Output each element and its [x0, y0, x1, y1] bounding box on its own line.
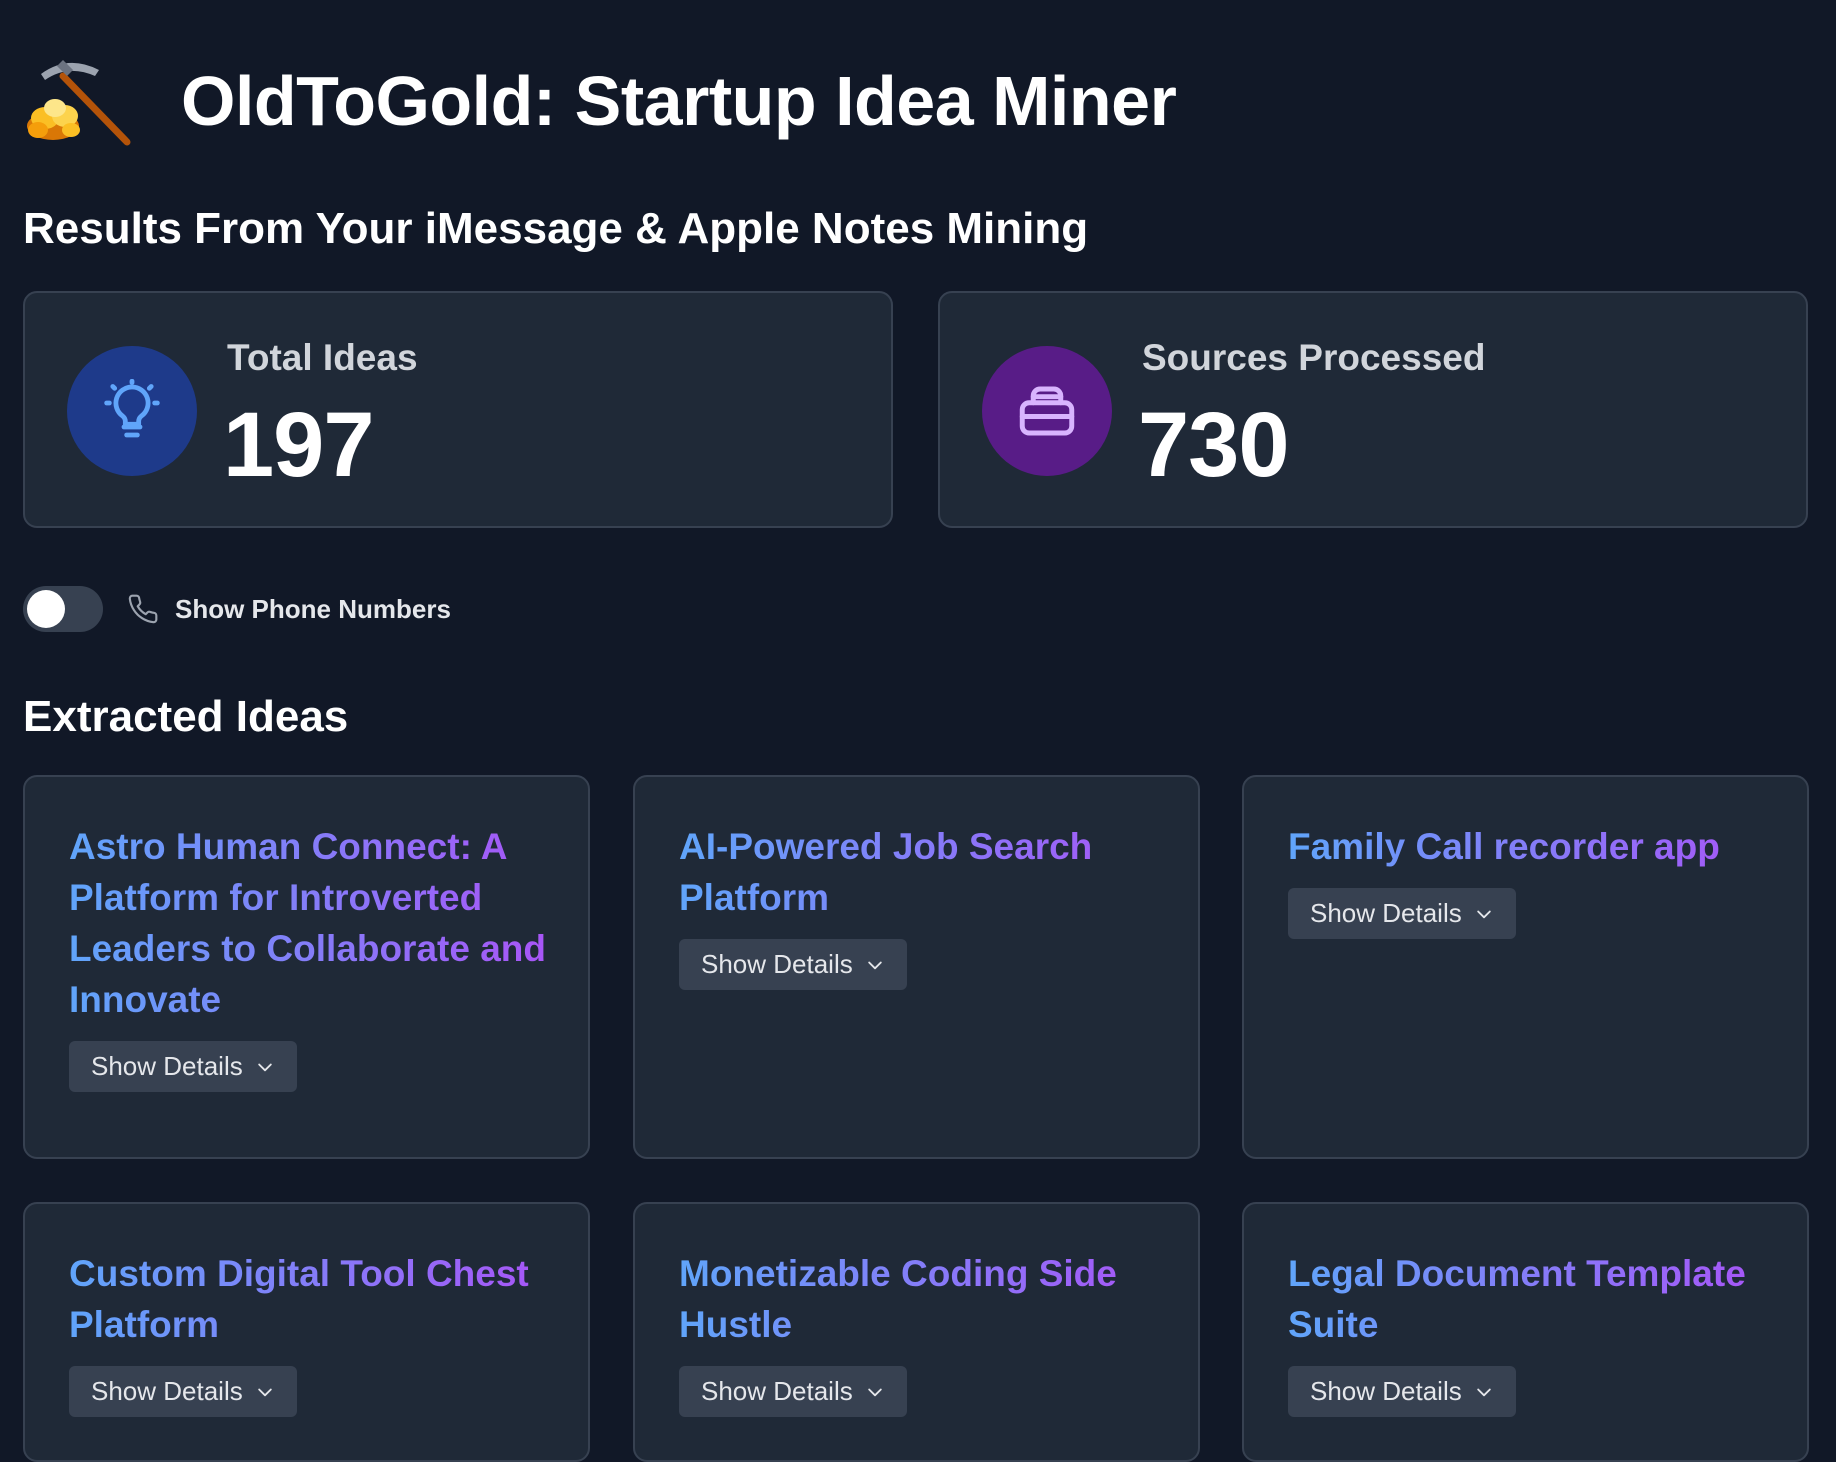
- show-details-button[interactable]: Show Details: [1288, 888, 1516, 939]
- show-details-label: Show Details: [701, 1376, 853, 1406]
- idea-title: AI-Powered Job Search Platform: [679, 821, 1156, 923]
- chevron-down-icon: [257, 1388, 272, 1396]
- total-ideas-value: 197: [223, 394, 374, 496]
- show-details-button[interactable]: Show Details: [1288, 1366, 1516, 1417]
- chevron-down-icon: [257, 1063, 272, 1071]
- chevron-down-icon: [867, 1388, 882, 1396]
- total-ideas-icon-badge: [67, 346, 197, 476]
- idea-card: Custom Digital Tool Chest Platform Show …: [23, 1202, 590, 1462]
- total-ideas-label: Total Ideas: [227, 337, 418, 378]
- chevron-down-icon: [867, 961, 882, 969]
- lightbulb-icon: [104, 379, 160, 438]
- idea-title: Custom Digital Tool Chest Platform: [69, 1248, 546, 1350]
- show-phone-numbers-label: Show Phone Numbers: [175, 593, 451, 624]
- sources-processed-card: Sources Processed 730: [938, 291, 1808, 528]
- phone-toggle-row: Show Phone Numbers: [23, 586, 451, 632]
- show-details-button[interactable]: Show Details: [679, 1366, 907, 1417]
- idea-card: Astro Human Connect: A Platform for Intr…: [23, 775, 590, 1159]
- phone-icon: [128, 594, 158, 624]
- idea-title: Monetizable Coding Side Hustle: [679, 1248, 1156, 1350]
- chevron-down-icon: [1476, 1388, 1491, 1396]
- idea-card: Family Call recorder app Show Details: [1242, 775, 1809, 1159]
- idea-card: Legal Document Template Suite Show Detai…: [1242, 1202, 1809, 1462]
- total-ideas-card: Total Ideas 197: [23, 291, 893, 528]
- app-header: OldToGold: Startup Idea Miner: [23, 56, 1177, 146]
- idea-title: Astro Human Connect: A Platform for Intr…: [69, 821, 546, 1025]
- extracted-ideas-title: Extracted Ideas: [23, 692, 349, 741]
- show-details-label: Show Details: [1310, 898, 1462, 928]
- sources-processed-label: Sources Processed: [1142, 337, 1486, 378]
- chevron-down-icon: [1476, 910, 1491, 918]
- idea-title: Family Call recorder app: [1288, 821, 1765, 872]
- idea-title: Legal Document Template Suite: [1288, 1248, 1765, 1350]
- idea-card: Monetizable Coding Side Hustle Show Deta…: [633, 1202, 1200, 1462]
- show-details-label: Show Details: [91, 1376, 243, 1406]
- show-details-label: Show Details: [91, 1051, 243, 1081]
- results-subtitle: Results From Your iMessage & Apple Notes…: [23, 204, 1089, 253]
- toggle-knob: [27, 590, 65, 628]
- idea-card: AI-Powered Job Search Platform Show Deta…: [633, 775, 1200, 1159]
- pickaxe-gold-icon: [27, 60, 131, 146]
- show-details-button[interactable]: Show Details: [69, 1366, 297, 1417]
- show-details-label: Show Details: [701, 949, 853, 979]
- app-title: OldToGold: Startup Idea Miner: [181, 62, 1177, 140]
- show-phone-numbers-toggle[interactable]: [23, 586, 103, 632]
- show-details-button[interactable]: Show Details: [679, 939, 907, 990]
- show-details-button[interactable]: Show Details: [69, 1041, 297, 1092]
- database-icon: [1019, 386, 1075, 436]
- sources-processed-value: 730: [1138, 394, 1289, 496]
- sources-processed-icon-badge: [982, 346, 1112, 476]
- show-details-label: Show Details: [1310, 1376, 1462, 1406]
